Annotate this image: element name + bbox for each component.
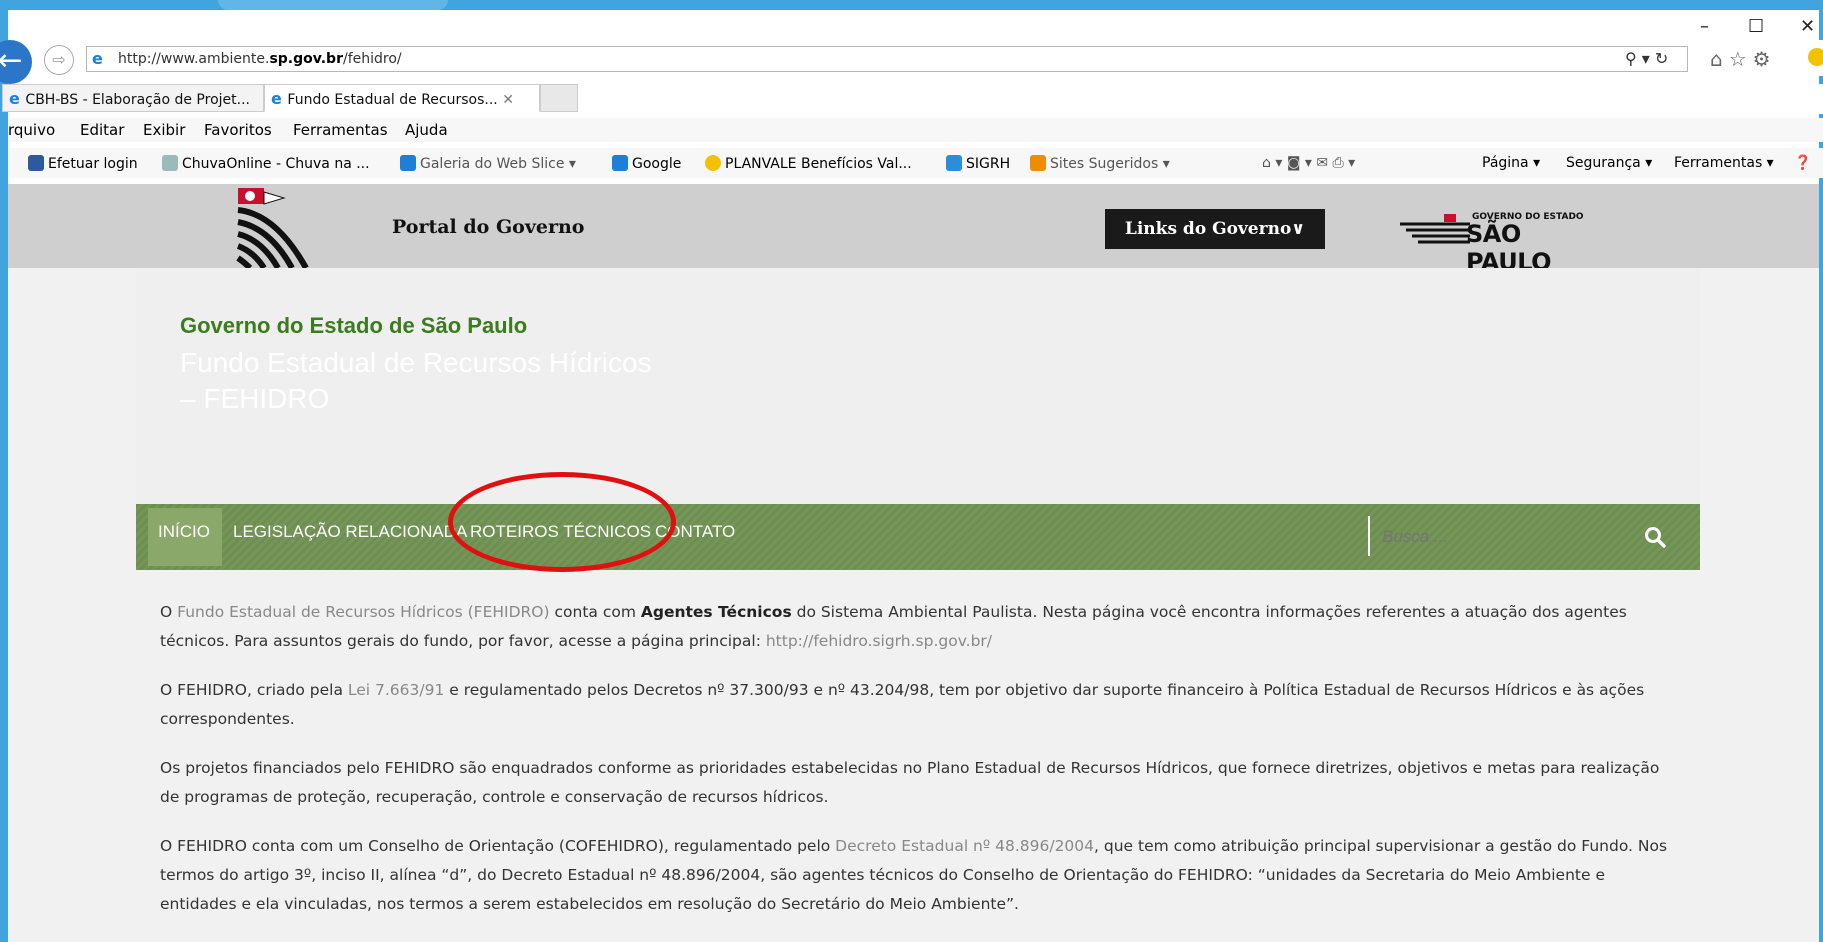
- portal-do-governo-link[interactable]: Portal do Governo: [392, 216, 584, 238]
- address-url[interactable]: http://www.ambiente.sp.gov.br/fehidro/: [118, 51, 402, 67]
- fav-label: PLANVALE Benefícios Val...: [725, 156, 912, 172]
- tab-label: Fundo Estadual de Recursos...: [287, 92, 498, 108]
- site-org-title[interactable]: Governo do Estado de São Paulo: [180, 313, 527, 339]
- decreto-link[interactable]: Decreto Estadual nº 48.896/2004: [835, 837, 1094, 855]
- lei-link[interactable]: Lei 7.663/91: [348, 681, 444, 699]
- command-bar-icons[interactable]: ⌂ ▾ ◙ ▾ ✉ ⎙ ▾: [1262, 155, 1355, 171]
- menu-ajuda[interactable]: Ajuda: [405, 121, 448, 139]
- new-tab-button[interactable]: [540, 84, 578, 112]
- forward-arrow-icon[interactable]: ⇨: [44, 45, 74, 75]
- nav-inicio[interactable]: INÍCIO: [158, 522, 210, 542]
- tab-cbh-bs[interactable]: e CBH-BS - Elaboração de Projet...: [2, 84, 264, 112]
- tab-fehidro[interactable]: e Fundo Estadual de Recursos... ✕: [264, 84, 540, 112]
- menu-ferramentas[interactable]: Ferramentas: [293, 121, 388, 139]
- fav-label: SIGRH: [966, 156, 1011, 172]
- fehidro-sigrh-link[interactable]: http://fehidro.sigrh.sp.gov.br/: [766, 632, 992, 650]
- feedback-smiley-icon[interactable]: [1808, 48, 1823, 66]
- planvale-icon: [705, 155, 721, 171]
- main-content: O Fundo Estadual de Recursos Hídricos (F…: [160, 598, 1680, 939]
- fav-label: Efetuar login: [48, 156, 138, 172]
- help-icon[interactable]: ❓: [1794, 155, 1811, 171]
- fav-sigrh[interactable]: SIGRH: [946, 155, 1010, 172]
- governo-sp-logo[interactable]: GOVERNO DO ESTADO SÃO PAULO: [1400, 208, 1590, 276]
- fav-label: Google: [632, 156, 682, 172]
- sigrh-icon: [946, 155, 962, 171]
- tab-label: CBH-BS - Elaboração de Projet...: [25, 92, 250, 108]
- window-frame-left: [0, 10, 8, 942]
- search-icon[interactable]: [1640, 522, 1670, 552]
- fav-web-slice-gallery[interactable]: Galeria do Web Slice ▾: [400, 155, 576, 172]
- cmd-seguranca[interactable]: Segurança ▾: [1566, 155, 1652, 171]
- search-refresh-icon[interactable]: ⚲ ▾ ↻: [1625, 49, 1668, 68]
- menu-exibir[interactable]: Exibir: [143, 121, 185, 139]
- fav-label: Sites Sugeridos ▾: [1050, 156, 1170, 172]
- site-title-line2: – FEHIDRO: [180, 383, 330, 414]
- site-title-line1: Fundo Estadual de Recursos Hídricos: [180, 347, 652, 378]
- fav-label: Galeria do Web Slice ▾: [420, 156, 576, 172]
- paragraph-2: O FEHIDRO, criado pela Lei 7.663/91 e re…: [160, 681, 1645, 728]
- search-divider: [1368, 516, 1370, 556]
- minimize-button[interactable]: –: [1700, 16, 1709, 37]
- cmd-ferramentas[interactable]: Ferramentas ▾: [1674, 155, 1774, 171]
- home-favorites-settings-icons[interactable]: ⌂☆⚙: [1710, 47, 1777, 71]
- fehidro-link[interactable]: Fundo Estadual de Recursos Hídricos (FEH…: [177, 603, 549, 621]
- paragraph-3: Os projetos financiados pelo FEHIDRO são…: [160, 759, 1660, 806]
- ie-icon: [612, 155, 628, 171]
- paragraph-1: O Fundo Estadual de Recursos Hídricos (F…: [160, 603, 1627, 650]
- title-bar-highlight: [218, 0, 448, 10]
- weather-icon: [162, 155, 178, 171]
- menu-editar[interactable]: Editar: [80, 121, 124, 139]
- fav-chuvaonline[interactable]: ChuvaOnline - Chuva na ...: [162, 155, 370, 172]
- menu-bar: [8, 118, 1823, 142]
- menu-arquivo[interactable]: rquivo: [8, 121, 55, 139]
- ie-tab-icon: e: [271, 89, 288, 108]
- search-input[interactable]: [1380, 522, 1584, 552]
- nav-legislacao[interactable]: LEGISLAÇÃO RELACIONADA: [233, 522, 467, 542]
- ie-icon: [400, 155, 416, 171]
- fav-google[interactable]: Google: [612, 155, 681, 172]
- fav-label: ChuvaOnline - Chuva na ...: [182, 156, 370, 172]
- sp-stripes-small-icon: [1400, 214, 1470, 244]
- close-window-button[interactable]: ✕: [1800, 16, 1815, 37]
- links-do-governo-button[interactable]: Links do Governo∨: [1105, 209, 1325, 249]
- sp-flag-stripes-logo[interactable]: [236, 184, 346, 268]
- fav-sites-sugeridos[interactable]: Sites Sugeridos ▾: [1030, 155, 1170, 172]
- annotation-circle: [448, 472, 676, 572]
- cmd-pagina[interactable]: Página ▾: [1482, 155, 1540, 171]
- paragraph-4: O FEHIDRO conta com um Conselho de Orien…: [160, 837, 1668, 913]
- fav-efetuar-login[interactable]: Efetuar login: [28, 155, 138, 172]
- menu-favoritos[interactable]: Favoritos: [204, 121, 272, 139]
- agentes-tecnicos-bold: Agentes Técnicos: [640, 603, 792, 621]
- ie-page-icon: e: [92, 49, 103, 68]
- suggested-sites-icon: [1030, 155, 1046, 171]
- login-icon: [28, 155, 44, 171]
- ie-tab-icon: e: [9, 89, 26, 108]
- maximize-button[interactable]: ☐: [1748, 16, 1764, 37]
- close-tab-icon[interactable]: ✕: [502, 92, 514, 108]
- site-title: Fundo Estadual de Recursos Hídricos – FEH…: [180, 345, 700, 417]
- fav-planvale[interactable]: PLANVALE Benefícios Val...: [705, 155, 912, 172]
